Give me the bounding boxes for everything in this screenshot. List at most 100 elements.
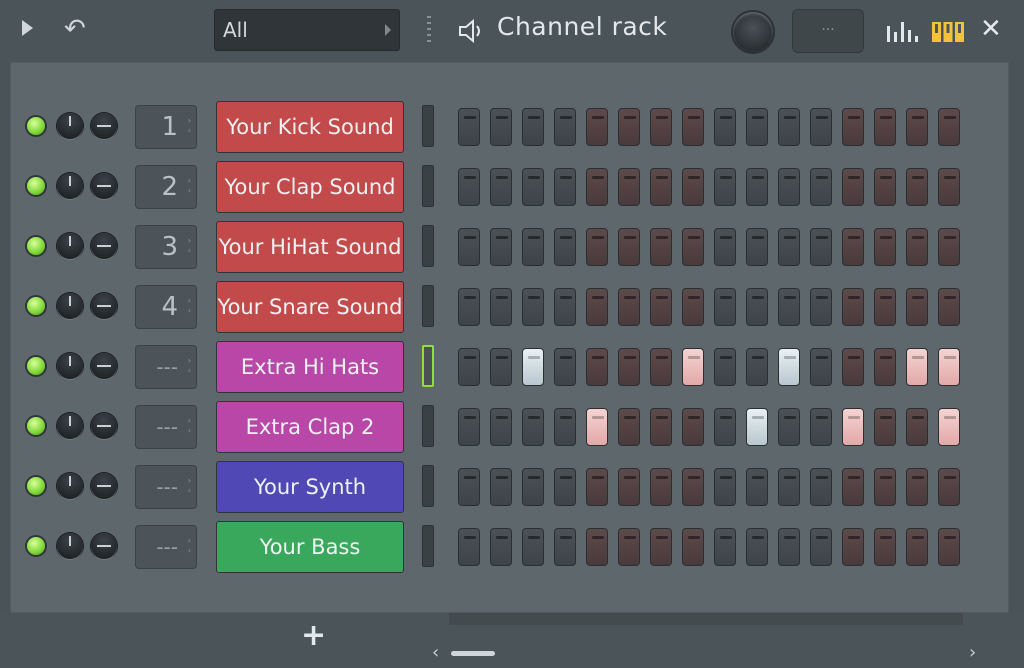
step-button[interactable]	[938, 228, 960, 266]
scroll-left-icon[interactable]: ‹	[432, 642, 439, 663]
step-button[interactable]	[522, 528, 544, 566]
scroll-right-icon[interactable]: ›	[969, 642, 976, 663]
step-button[interactable]	[682, 528, 704, 566]
step-button[interactable]	[778, 468, 800, 506]
step-button[interactable]	[906, 528, 928, 566]
step-button[interactable]	[906, 468, 928, 506]
step-button[interactable]	[906, 348, 928, 386]
step-button[interactable]	[842, 288, 864, 326]
step-button[interactable]	[938, 468, 960, 506]
volume-knob[interactable]	[91, 173, 117, 199]
step-button[interactable]	[842, 468, 864, 506]
step-button[interactable]	[586, 468, 608, 506]
step-button[interactable]	[874, 108, 896, 146]
step-button[interactable]	[650, 408, 672, 446]
channel-select-indicator[interactable]	[422, 525, 434, 567]
step-button[interactable]	[650, 528, 672, 566]
swing-knob[interactable]	[733, 12, 773, 52]
step-button[interactable]	[778, 288, 800, 326]
step-button[interactable]	[714, 348, 736, 386]
step-button[interactable]	[746, 348, 768, 386]
step-button[interactable]	[490, 288, 512, 326]
pan-knob[interactable]	[57, 413, 83, 439]
graph-editor-icon[interactable]	[886, 20, 918, 42]
channel-mute-led[interactable]	[27, 177, 45, 195]
step-button[interactable]	[554, 108, 576, 146]
scrollbar-thumb[interactable]	[451, 651, 495, 656]
step-button[interactable]	[586, 348, 608, 386]
step-button[interactable]	[682, 108, 704, 146]
step-button[interactable]	[906, 288, 928, 326]
channel-mute-led[interactable]	[27, 477, 45, 495]
step-button[interactable]	[746, 468, 768, 506]
step-button[interactable]	[522, 168, 544, 206]
step-button[interactable]	[458, 408, 480, 446]
step-button[interactable]	[554, 348, 576, 386]
step-button[interactable]	[522, 228, 544, 266]
step-button[interactable]	[618, 408, 640, 446]
step-button[interactable]	[682, 408, 704, 446]
channel-name-button[interactable]: Your HiHat Sound	[216, 221, 404, 273]
add-channel-button[interactable]: +	[301, 618, 326, 653]
step-button[interactable]	[554, 528, 576, 566]
step-button[interactable]	[586, 228, 608, 266]
step-button[interactable]	[618, 108, 640, 146]
step-button[interactable]	[842, 348, 864, 386]
step-button[interactable]	[586, 168, 608, 206]
step-button[interactable]	[554, 288, 576, 326]
step-button[interactable]	[554, 408, 576, 446]
step-button[interactable]	[522, 108, 544, 146]
mixer-track-selector[interactable]: 1 › ‹	[135, 105, 197, 149]
step-button[interactable]	[458, 468, 480, 506]
step-button[interactable]	[586, 528, 608, 566]
step-button[interactable]	[842, 528, 864, 566]
channel-mute-led[interactable]	[27, 237, 45, 255]
step-button[interactable]	[778, 348, 800, 386]
channel-name-button[interactable]: Your Kick Sound	[216, 101, 404, 153]
channel-select-indicator[interactable]	[422, 105, 434, 147]
step-button[interactable]	[458, 348, 480, 386]
volume-knob[interactable]	[91, 533, 117, 559]
step-button[interactable]	[458, 168, 480, 206]
step-button[interactable]	[938, 348, 960, 386]
step-button[interactable]	[490, 228, 512, 266]
step-button[interactable]	[458, 108, 480, 146]
step-button[interactable]	[938, 108, 960, 146]
step-button[interactable]	[714, 408, 736, 446]
step-button[interactable]	[618, 468, 640, 506]
step-button[interactable]	[650, 468, 672, 506]
channel-name-button[interactable]: Your Synth	[216, 461, 404, 513]
step-button[interactable]	[874, 228, 896, 266]
step-button[interactable]	[938, 408, 960, 446]
step-button[interactable]	[586, 288, 608, 326]
channel-mute-led[interactable]	[27, 297, 45, 315]
step-button[interactable]	[714, 288, 736, 326]
step-button[interactable]	[842, 408, 864, 446]
step-button[interactable]	[938, 528, 960, 566]
play-icon[interactable]	[22, 20, 33, 36]
step-button[interactable]	[810, 168, 832, 206]
step-button[interactable]	[458, 288, 480, 326]
step-button[interactable]	[490, 408, 512, 446]
channel-name-button[interactable]: Your Bass	[216, 521, 404, 573]
step-button[interactable]	[778, 228, 800, 266]
channel-name-button[interactable]: Your Snare Sound	[216, 281, 404, 333]
step-button[interactable]	[650, 288, 672, 326]
step-button[interactable]	[874, 408, 896, 446]
pan-knob[interactable]	[57, 293, 83, 319]
step-button[interactable]	[842, 228, 864, 266]
volume-knob[interactable]	[91, 473, 117, 499]
step-button[interactable]	[618, 228, 640, 266]
mixer-track-selector[interactable]: 3 › ‹	[135, 225, 197, 269]
channel-select-indicator[interactable]	[422, 405, 434, 447]
mixer-track-selector[interactable]: 2 › ‹	[135, 165, 197, 209]
mixer-track-selector[interactable]: --- › ‹	[135, 525, 197, 569]
step-button[interactable]	[874, 288, 896, 326]
step-button[interactable]	[778, 108, 800, 146]
channel-mute-led[interactable]	[27, 537, 45, 555]
step-button[interactable]	[618, 168, 640, 206]
step-button[interactable]	[810, 408, 832, 446]
step-button[interactable]	[810, 468, 832, 506]
step-button[interactable]	[874, 528, 896, 566]
channel-select-indicator[interactable]	[422, 285, 434, 327]
